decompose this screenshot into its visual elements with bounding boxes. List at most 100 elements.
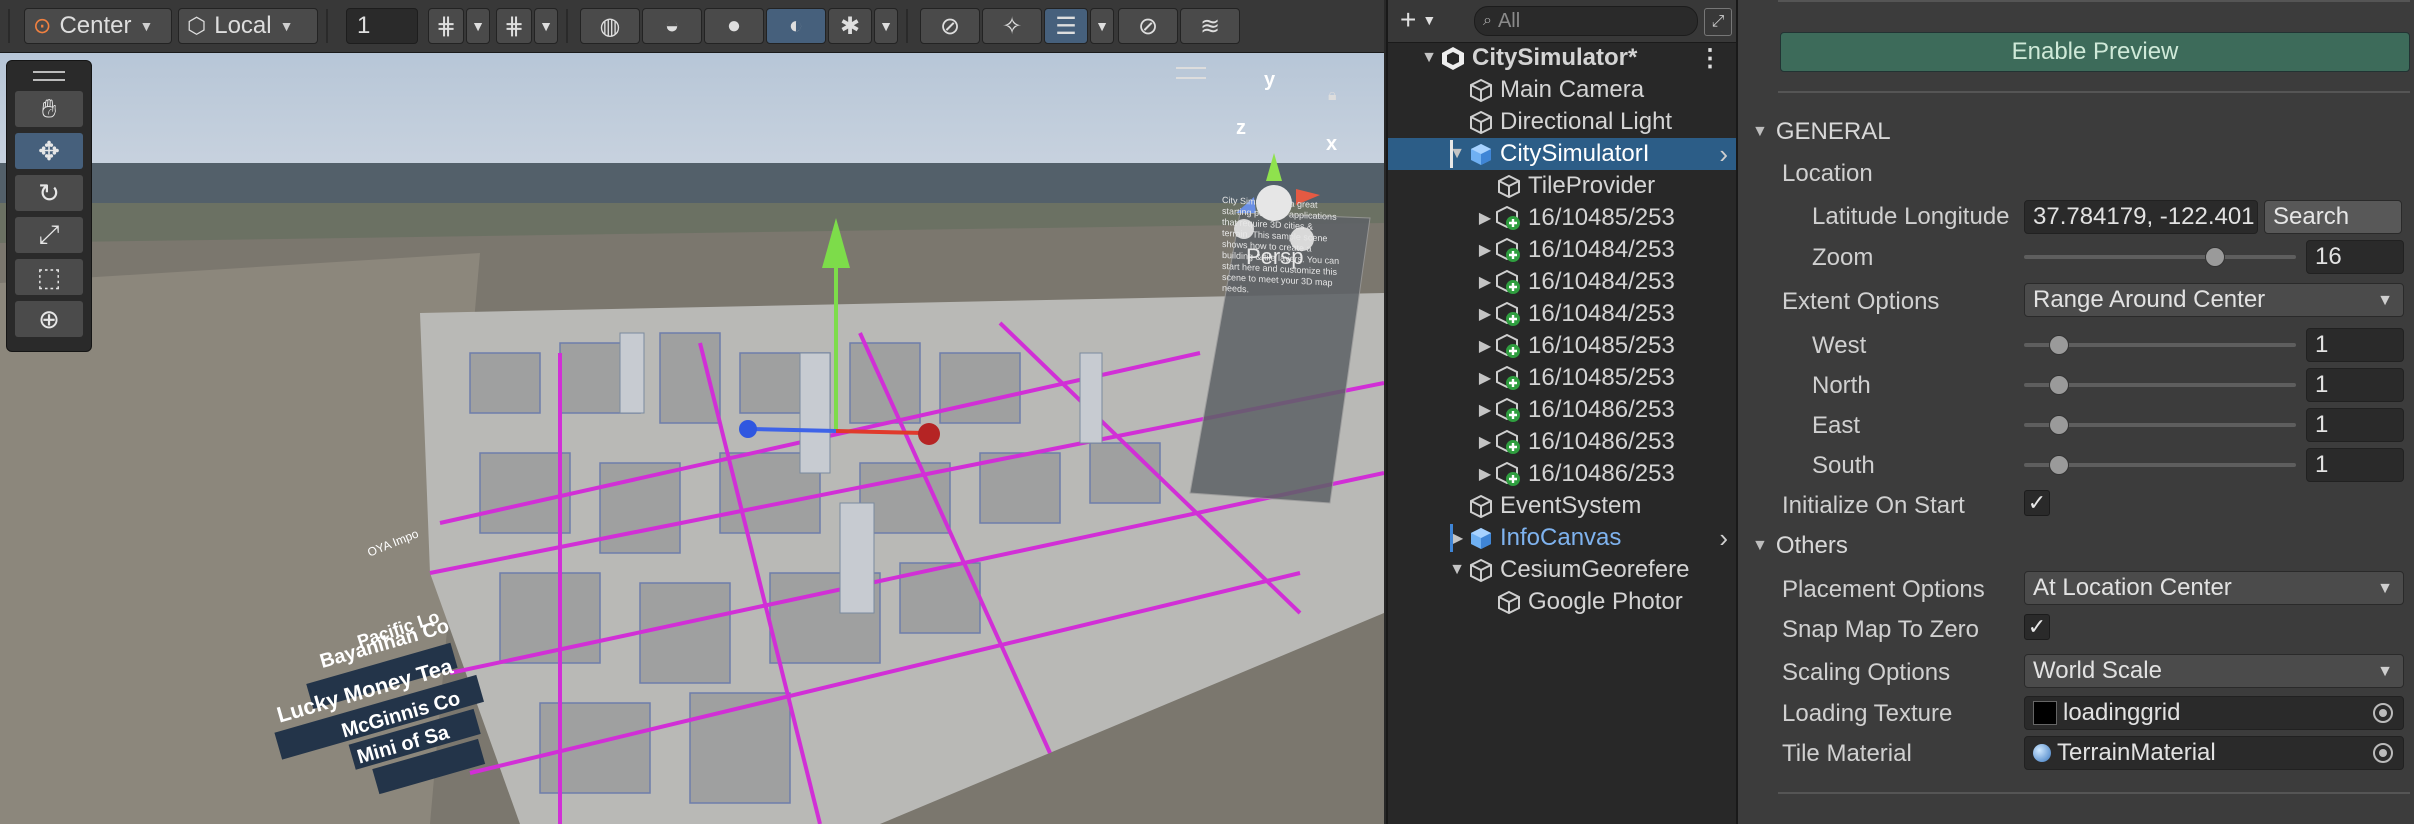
- foldout-closed-icon[interactable]: ▶: [1474, 336, 1496, 356]
- gizmo-z-handle[interactable]: [739, 420, 757, 438]
- hierarchy-item[interactable]: ▶ 16/10486/253: [1388, 394, 1736, 426]
- lock-icon[interactable]: 🔒︎: [1328, 87, 1337, 105]
- zoom-slider-track[interactable]: [2024, 255, 2296, 259]
- debug-draw-dropdown[interactable]: ▼: [874, 8, 898, 44]
- expand-panel-button[interactable]: ⤢: [1704, 8, 1732, 36]
- hand-tool-button[interactable]: ✋︎: [15, 91, 83, 127]
- zoom-input[interactable]: 16: [2306, 240, 2404, 274]
- hierarchy-item[interactable]: Main Camera: [1388, 74, 1736, 106]
- foldout-closed-icon[interactable]: ▶: [1474, 240, 1496, 260]
- scene-viewport[interactable]: Bayanihan Co Lucky Money Tea McGinnis Co…: [0, 53, 1384, 824]
- add-object-button[interactable]: + ▼: [1400, 4, 1452, 36]
- scene-menu-icon[interactable]: ⋮: [1698, 44, 1722, 73]
- object-picker-icon[interactable]: [2373, 743, 2393, 763]
- hierarchy-item-label: CitySimulatorI: [1500, 140, 1650, 167]
- shaded-wireframe-button[interactable]: ◒: [642, 8, 702, 44]
- hierarchy-item[interactable]: ▼ CitySimulatorI ›: [1388, 138, 1736, 170]
- scale-tool-button[interactable]: ⤢: [15, 217, 83, 253]
- east-input[interactable]: 1: [2306, 408, 2404, 442]
- north-input[interactable]: 1: [2306, 368, 2404, 402]
- enable-preview-button[interactable]: Enable Preview: [1780, 32, 2410, 72]
- shaded-button[interactable]: ●: [704, 8, 764, 44]
- foldout-open-icon[interactable]: ▼: [1446, 561, 1468, 579]
- grid-visibility-dropdown[interactable]: ▼: [534, 8, 558, 44]
- grid-size-input[interactable]: 1: [346, 8, 418, 44]
- hierarchy-item[interactable]: ▼ CitySimulator* ⋮: [1388, 42, 1736, 74]
- tile-material-field[interactable]: TerrainMaterial: [2024, 736, 2404, 770]
- initialize-on-start-checkbox[interactable]: ✓: [2024, 490, 2050, 516]
- hierarchy-item[interactable]: ▶ 16/10485/253: [1388, 202, 1736, 234]
- extent-options-dropdown[interactable]: Range Around Center ▼: [2024, 283, 2404, 317]
- east-slider-knob[interactable]: [2049, 415, 2069, 435]
- hierarchy-item[interactable]: EventSystem: [1388, 490, 1736, 522]
- hierarchy-item[interactable]: ▶ 16/10484/253: [1388, 298, 1736, 330]
- hidden-objects-button[interactable]: ⊘: [1118, 8, 1178, 44]
- open-prefab-icon[interactable]: ›: [1719, 139, 1728, 170]
- foldout-open-icon[interactable]: ▼: [1418, 49, 1440, 67]
- hierarchy-item[interactable]: ▶ 16/10484/253: [1388, 266, 1736, 298]
- pivot-icon: ⊙: [33, 13, 52, 38]
- open-prefab-icon[interactable]: ›: [1719, 523, 1728, 554]
- grid-visibility-button[interactable]: ⋕: [496, 8, 532, 44]
- hierarchy-item[interactable]: Directional Light: [1388, 106, 1736, 138]
- lighting-button[interactable]: ◐: [766, 8, 826, 44]
- rect-tool-button[interactable]: ⬚: [15, 259, 83, 295]
- hierarchy-item[interactable]: Google Photor: [1388, 586, 1736, 618]
- loading-texture-field[interactable]: loadinggrid: [2024, 696, 2404, 730]
- south-input[interactable]: 1: [2306, 448, 2404, 482]
- grid-snap-dropdown[interactable]: ▼: [466, 8, 490, 44]
- pivot-rotation-dropdown[interactable]: ⬡ Local ▼: [178, 8, 318, 44]
- hierarchy-item[interactable]: ▶ 16/10486/253: [1388, 426, 1736, 458]
- audio-toggle-button[interactable]: ⊘: [920, 8, 980, 44]
- south-slider-knob[interactable]: [2049, 455, 2069, 475]
- foldout-closed-icon[interactable]: ▶: [1474, 432, 1496, 452]
- foldout-closed-icon[interactable]: ▶: [1474, 208, 1496, 228]
- hierarchy-tree: ▼ CitySimulator* ⋮ Main Camera Directional L…: [1388, 42, 1736, 824]
- hierarchy-item[interactable]: TileProvider: [1388, 170, 1736, 202]
- effects-toggle-button[interactable]: ✧: [982, 8, 1042, 44]
- overlay-grip-icon[interactable]: [33, 71, 65, 81]
- west-input[interactable]: 1: [2306, 328, 2404, 362]
- north-slider-knob[interactable]: [2049, 375, 2069, 395]
- scene-visibility-dropdown[interactable]: ▼: [1090, 8, 1114, 44]
- placement-options-dropdown[interactable]: At Location Center ▼: [2024, 571, 2404, 605]
- hierarchy-item[interactable]: ▶ 16/10484/253: [1388, 234, 1736, 266]
- location-label: Location: [1782, 160, 1873, 187]
- object-picker-icon[interactable]: [2373, 703, 2393, 723]
- others-section-header[interactable]: ▼ Others: [1752, 532, 1848, 560]
- hierarchy-search-input[interactable]: ⌕ All: [1474, 6, 1698, 36]
- zoom-slider-knob[interactable]: [2205, 247, 2226, 267]
- grid-snap-button[interactable]: ⋕: [428, 8, 464, 44]
- foldout-closed-icon[interactable]: ▶: [1474, 464, 1496, 484]
- foldout-closed-icon[interactable]: ▶: [1474, 272, 1496, 292]
- general-section-header[interactable]: ▼ GENERAL: [1752, 118, 1891, 146]
- grid-snap-icon: ⋕: [435, 12, 457, 40]
- latlon-input[interactable]: 37.784179, -122.401: [2024, 200, 2258, 234]
- scene-visibility-button[interactable]: ☰: [1044, 8, 1088, 44]
- move-tool-button[interactable]: ✥: [15, 133, 83, 169]
- foldout-closed-icon[interactable]: ▶: [1474, 304, 1496, 324]
- pivot-mode-dropdown[interactable]: ⊙ Center ▼: [24, 8, 172, 44]
- west-slider-knob[interactable]: [2049, 335, 2069, 355]
- scaling-options-dropdown[interactable]: World Scale ▼: [2024, 654, 2404, 688]
- foldout-closed-icon[interactable]: ▶: [1474, 368, 1496, 388]
- overlays-button[interactable]: ≋: [1180, 8, 1240, 44]
- foldout-closed-icon[interactable]: ▶: [1474, 400, 1496, 420]
- transform-tool-button[interactable]: ⊕: [15, 301, 83, 337]
- hierarchy-item[interactable]: ▶ 16/10486/253: [1388, 458, 1736, 490]
- overlay-grip-icon[interactable]: [1176, 67, 1206, 79]
- zoom-label: Zoom: [1812, 244, 1874, 271]
- search-button[interactable]: Search: [2264, 200, 2402, 234]
- wireframe-shading-button[interactable]: ◍: [580, 8, 640, 44]
- hierarchy-item[interactable]: ▶ 16/10485/253: [1388, 362, 1736, 394]
- debug-draw-button[interactable]: ✱: [828, 8, 872, 44]
- camera-projection-label[interactable]: Persp: [1246, 244, 1303, 270]
- hierarchy-item[interactable]: ▶ 16/10485/253: [1388, 330, 1736, 362]
- rotate-tool-button[interactable]: ↻: [15, 175, 83, 211]
- gizmo-x-handle[interactable]: [918, 423, 940, 445]
- hierarchy-item[interactable]: ▼ CesiumGeorefere: [1388, 554, 1736, 586]
- hierarchy-item[interactable]: ▶ InfoCanvas ›: [1388, 522, 1736, 554]
- prefab-override-marker: [1450, 524, 1453, 552]
- snap-map-checkbox[interactable]: ✓: [2024, 614, 2050, 640]
- tile-material-value: TerrainMaterial: [2057, 739, 2216, 766]
